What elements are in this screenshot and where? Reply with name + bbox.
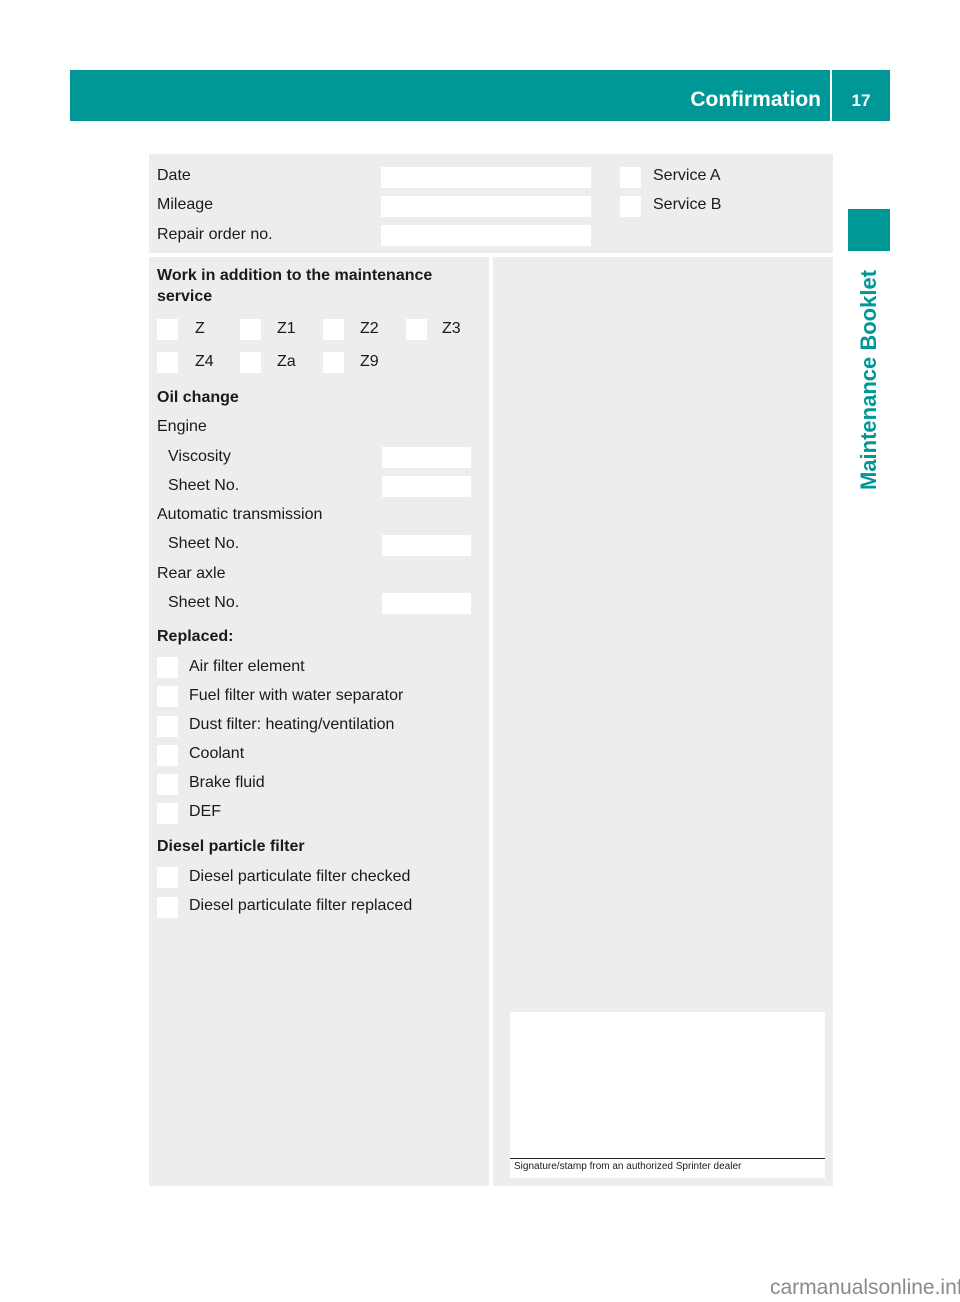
header-bar: Confirmation 17	[70, 70, 890, 121]
za-checkbox[interactable]	[240, 352, 261, 373]
z1-checkbox[interactable]	[240, 319, 261, 340]
transmission-label: Automatic transmission	[157, 506, 323, 523]
additional-work-heading: Work in addition to the maintenance	[157, 267, 433, 284]
z9-checkbox[interactable]	[323, 352, 344, 373]
z-label: Z	[195, 320, 205, 337]
repair-order-field[interactable]	[381, 225, 591, 246]
section-title: Confirmation	[690, 88, 821, 111]
brake-fluid-checkbox[interactable]	[157, 774, 178, 795]
oil-change-heading: Oil change	[157, 389, 239, 406]
side-tab-label: Maintenance Booklet	[856, 269, 881, 491]
coolant-label: Coolant	[189, 745, 245, 762]
repair-order-label: Repair order no.	[157, 226, 273, 243]
dpf-checked-label: Diesel particulate filter checked	[189, 868, 411, 885]
def-label: DEF	[189, 803, 221, 820]
fuel-filter-checkbox[interactable]	[157, 686, 178, 707]
signature-caption: Signature/stamp from an authorized Sprin…	[514, 1161, 742, 1172]
signature-box[interactable]: Signature/stamp from an authorized Sprin…	[510, 1012, 825, 1178]
mileage-label: Mileage	[157, 196, 214, 213]
z3-checkbox[interactable]	[406, 319, 427, 340]
fuel-filter-label: Fuel filter with water separator	[189, 687, 404, 704]
dpf-heading: Diesel particle filter	[157, 838, 305, 855]
service-b-label: Service B	[653, 196, 722, 213]
z1-label: Z1	[277, 320, 296, 337]
dpf-checked-checkbox[interactable]	[157, 867, 178, 888]
date-label: Date	[157, 167, 191, 184]
service-b-checkbox[interactable]	[620, 196, 641, 217]
engine-label: Engine	[157, 418, 207, 435]
viscosity-label: Viscosity	[168, 448, 231, 465]
z4-checkbox[interactable]	[157, 352, 178, 373]
coolant-checkbox[interactable]	[157, 745, 178, 766]
watermark: carmanualsonline.info	[770, 1276, 960, 1299]
signature-line	[510, 1158, 825, 1159]
z4-label: Z4	[195, 353, 214, 370]
z3-label: Z3	[442, 320, 461, 337]
engine-sheet-label: Sheet No.	[168, 477, 240, 494]
side-tab-marker	[848, 209, 890, 251]
viscosity-field[interactable]	[382, 447, 471, 468]
brake-fluid-label: Brake fluid	[189, 774, 265, 791]
date-field[interactable]	[381, 167, 591, 188]
engine-sheet-field[interactable]	[382, 476, 471, 497]
service-a-checkbox[interactable]	[620, 167, 641, 188]
def-checkbox[interactable]	[157, 803, 178, 824]
z-checkbox[interactable]	[157, 319, 178, 340]
rear-axle-sheet-label: Sheet No.	[168, 594, 240, 611]
service-a-label: Service A	[653, 167, 721, 184]
additional-work-heading-cont: service	[157, 288, 213, 305]
air-filter-label: Air filter element	[189, 658, 305, 675]
dust-filter-label: Dust filter: heating/ventilation	[189, 716, 395, 733]
z9-label: Z9	[360, 353, 379, 370]
rear-axle-sheet-field[interactable]	[382, 593, 471, 614]
maintenance-work-panel: Work in addition to the maintenance serv…	[149, 257, 489, 1186]
dpf-replaced-checkbox[interactable]	[157, 897, 178, 918]
replaced-heading: Replaced:	[157, 628, 234, 645]
transmission-sheet-field[interactable]	[382, 535, 471, 556]
z2-checkbox[interactable]	[323, 319, 344, 340]
dpf-replaced-label: Diesel particulate filter replaced	[189, 897, 413, 914]
air-filter-checkbox[interactable]	[157, 657, 178, 678]
page-number: 17	[851, 91, 871, 110]
mileage-field[interactable]	[381, 196, 591, 217]
rear-axle-label: Rear axle	[157, 565, 226, 582]
transmission-sheet-label: Sheet No.	[168, 535, 240, 552]
service-info-panel: Date Mileage Repair order no. Service A …	[149, 154, 833, 253]
za-label: Za	[277, 353, 296, 370]
dust-filter-checkbox[interactable]	[157, 716, 178, 737]
z2-label: Z2	[360, 320, 379, 337]
